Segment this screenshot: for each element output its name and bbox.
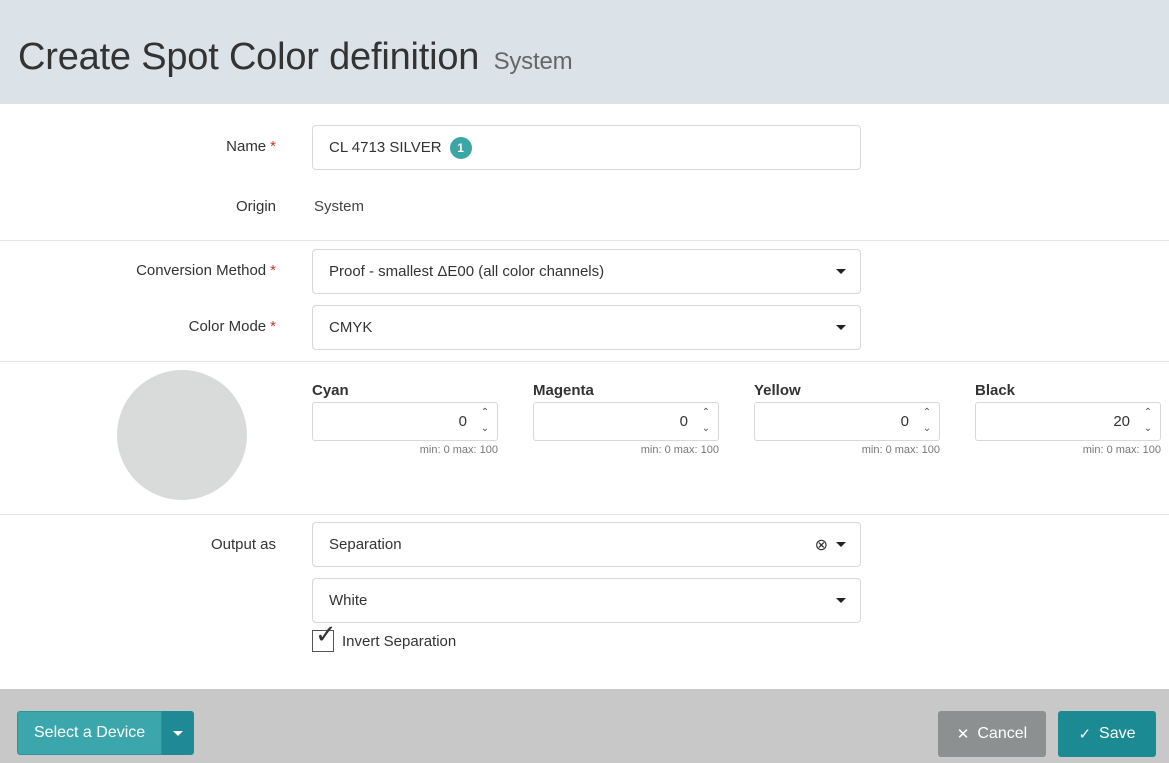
channel-cyan: Cyan 0 ⌃ ⌄ min: 0 max: 100 [312,382,498,456]
save-label: Save [1099,725,1136,742]
spinner: ⌃ ⌄ [918,405,936,438]
name-label: Name * [226,138,276,155]
channel-black: Black 20 ⌃ ⌄ min: 0 max: 100 [975,382,1161,456]
output-as-label: Output as [210,536,276,553]
conversion-method-value: Proof - smallest ΔE00 (all color channel… [329,263,605,280]
spinner: ⌃ ⌄ [697,405,715,438]
channel-range: min: 0 max: 100 [419,444,498,456]
name-label-text: Name [226,138,267,155]
page-title: Create Spot Color definition System [18,36,573,79]
select-device-label: Select a Device [34,724,146,741]
increment-button[interactable]: ⌃ [918,405,936,421]
save-button[interactable]: ✓ Save [1058,711,1156,757]
channel-label: Cyan [312,382,349,399]
name-input-value: CL 4713 SILVER [329,139,442,156]
channel-range: min: 0 max: 100 [1082,444,1161,456]
channel-yellow: Yellow 0 ⌃ ⌄ min: 0 max: 100 [754,382,940,456]
color-mode-label: Color Mode * [189,318,276,335]
output-as-select[interactable]: Separation ⊗ [312,522,861,567]
conversion-method-label: Conversion Method * [136,262,276,279]
decrement-button[interactable]: ⌄ [1139,421,1157,437]
decrement-button[interactable]: ⌄ [476,421,494,437]
invert-separation-checkbox[interactable]: ✓ [312,621,337,652]
footer-bar: Select a Device ✕ Cancel ✓ Save [0,689,1169,763]
channel-value: 20 [1113,413,1130,430]
divider [0,361,1169,362]
conversion-method-label-text: Conversion Method [136,262,267,279]
channel-value: 0 [679,413,688,430]
channel-value: 0 [458,413,467,430]
color-mode-value: CMYK [329,319,373,336]
separation-select[interactable]: White [312,578,861,623]
clear-circle-icon[interactable]: ⊗ [815,535,828,555]
decrement-button[interactable]: ⌄ [918,421,936,437]
channel-range: min: 0 max: 100 [640,444,719,456]
select-device-dropdown-toggle[interactable] [162,711,195,755]
origin-label: Origin [235,198,276,215]
cyan-input[interactable]: 0 ⌃ ⌄ [312,402,498,441]
close-icon: ✕ [956,726,970,743]
spinner: ⌃ ⌄ [476,405,494,438]
output-as-value: Separation [329,536,402,553]
cancel-label: Cancel [977,725,1028,742]
spinner: ⌃ ⌄ [1139,405,1157,438]
required-mark: * [270,138,276,155]
invert-separation-label: Invert Separation [342,632,457,650]
channel-range: min: 0 max: 100 [861,444,940,456]
origin-value: System [314,198,365,215]
chevron-down-icon [836,269,846,274]
color-mode-label-text: Color Mode [188,318,267,335]
decrement-button[interactable]: ⌄ [697,421,715,437]
select-device-group: Select a Device [17,711,195,755]
chevron-down-icon [836,325,846,330]
color-mode-select[interactable]: CMYK [312,305,861,350]
conversion-method-select[interactable]: Proof - smallest ΔE00 (all color channel… [312,249,861,294]
invert-separation-row: ✓ Invert Separation [312,621,457,652]
cancel-button[interactable]: ✕ Cancel [938,711,1046,757]
increment-button[interactable]: ⌃ [697,405,715,421]
channel-value: 0 [900,413,909,430]
chevron-down-icon [836,598,846,603]
chevron-down-icon [836,542,846,547]
yellow-input[interactable]: 0 ⌃ ⌄ [754,402,940,441]
page-header: Create Spot Color definition System [0,0,1169,104]
page-subtitle: System [493,48,573,75]
increment-button[interactable]: ⌃ [476,405,494,421]
increment-button[interactable]: ⌃ [1139,405,1157,421]
select-device-button[interactable]: Select a Device [17,711,163,755]
chevron-down-icon [173,730,184,736]
check-icon: ✓ [1078,726,1092,743]
divider [0,514,1169,515]
magenta-input[interactable]: 0 ⌃ ⌄ [533,402,719,441]
check-icon: ✓ [315,619,337,649]
divider [0,240,1169,241]
separation-value: White [329,592,368,609]
name-input[interactable]: CL 4713 SILVER 1 [312,125,861,170]
channel-label: Yellow [754,382,801,399]
channel-label: Magenta [533,382,594,399]
black-input[interactable]: 20 ⌃ ⌄ [975,402,1161,441]
channel-magenta: Magenta 0 ⌃ ⌄ min: 0 max: 100 [533,382,719,456]
required-mark: * [270,262,276,279]
page-title-text: Create Spot Color definition [18,36,480,78]
info-badge: 1 [449,136,472,159]
channel-label: Black [975,382,1016,399]
color-swatch [117,370,247,500]
required-mark: * [270,318,276,335]
